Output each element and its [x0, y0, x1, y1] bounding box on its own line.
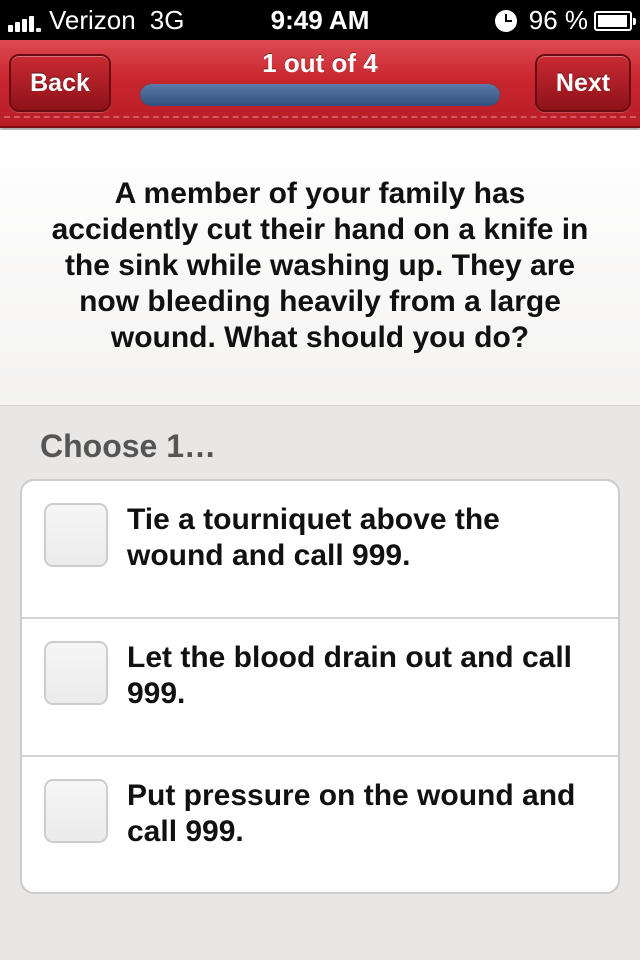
battery-fill — [598, 14, 627, 27]
option-label: Put pressure on the wound and call 999. — [127, 779, 576, 848]
status-right: 96 % — [494, 5, 636, 36]
choose-label: Choose 1… — [40, 428, 217, 464]
options-list: Tie a tourniquet above the wound and cal… — [20, 479, 620, 894]
option-item[interactable]: Let the blood drain out and call 999. — [22, 619, 618, 757]
option-item[interactable]: Put pressure on the wound and call 999. — [22, 757, 618, 892]
battery-percent: 96 % — [528, 5, 588, 35]
status-bar: Verizon 3G 9:49 AM 96 % — [0, 0, 640, 40]
option-checkbox[interactable] — [44, 503, 108, 567]
progress-bar — [140, 84, 500, 106]
option-item[interactable]: Tie a tourniquet above the wound and cal… — [22, 481, 618, 619]
option-checkbox[interactable] — [44, 779, 108, 843]
next-button[interactable]: Next — [535, 54, 631, 112]
battery-icon — [594, 10, 636, 31]
question-text: A member of your family has accidently c… — [51, 177, 589, 354]
navigation-bar: Back 1 out of 4 Next — [0, 40, 640, 128]
question-panel: A member of your family has accidently c… — [0, 130, 640, 406]
option-label: Let the blood drain out and call 999. — [127, 641, 573, 710]
alarm-clock-icon — [494, 9, 517, 32]
option-label: Tie a tourniquet above the wound and cal… — [127, 503, 500, 572]
nav-stitch-divider — [4, 116, 636, 118]
option-checkbox[interactable] — [44, 641, 108, 705]
progress-fill — [140, 84, 500, 106]
